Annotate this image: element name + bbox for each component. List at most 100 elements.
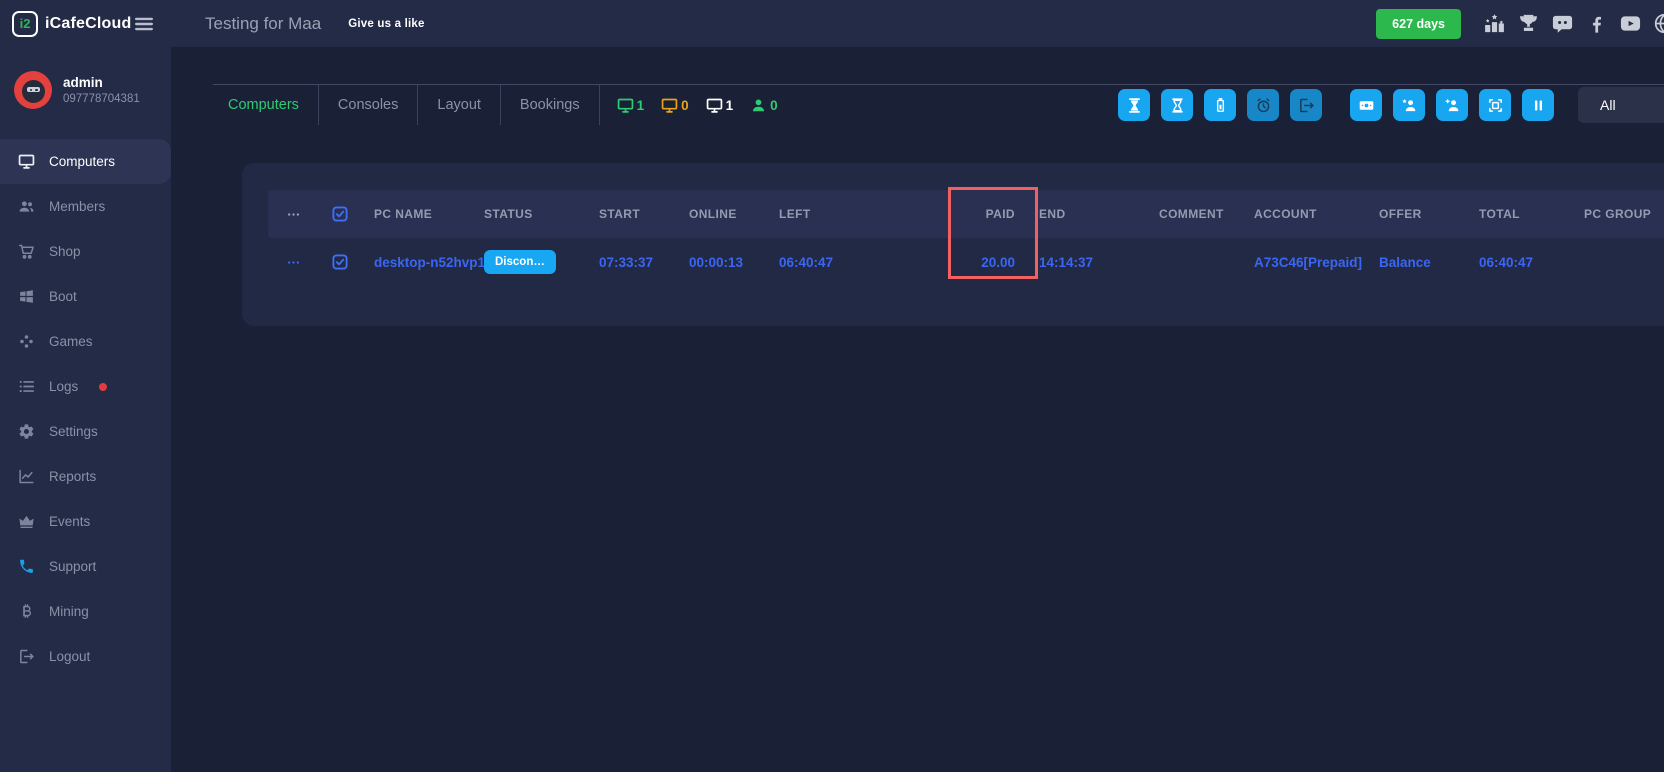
battery-icon [1212, 97, 1229, 114]
avatar [14, 71, 52, 109]
cell-end: 14:14:37 [1027, 255, 1147, 270]
bitcoin-icon [18, 603, 35, 620]
pcs-online-counter[interactable]: 1 [617, 97, 645, 114]
user-phone: 097778704381 [63, 93, 140, 105]
sidebar-item-logout[interactable]: Logout [0, 634, 171, 679]
sidebar-item-reports[interactable]: Reports [0, 454, 171, 499]
sidebar-item-shop[interactable]: Shop [0, 229, 171, 274]
screenshot-button[interactable] [1479, 89, 1511, 121]
discord-icon[interactable] [1551, 12, 1574, 35]
monitor-icon [661, 97, 678, 114]
column-header-end: END [1027, 207, 1147, 221]
pcs-offline-counter[interactable]: 1 [706, 97, 734, 114]
sidebar-item-label: Boot [49, 289, 77, 304]
pause-icon [1530, 97, 1547, 114]
sidebar-item-settings[interactable]: Settings [0, 409, 171, 454]
youtube-icon[interactable] [1619, 12, 1642, 35]
sidebar-item-members[interactable]: Members [0, 184, 171, 229]
members-online-counter[interactable]: 0 [750, 97, 778, 114]
cart-icon [18, 243, 35, 260]
add-member-button[interactable] [1436, 89, 1468, 121]
logo-row: i2 iCafeCloud [0, 0, 171, 47]
user-block: admin 097778704381 [0, 59, 171, 121]
hourglass-filled-icon [1126, 97, 1143, 114]
pcs-busy-counter[interactable]: 0 [661, 97, 689, 114]
sidebar-item-boot[interactable]: Boot [0, 274, 171, 319]
crown-icon [18, 513, 35, 530]
charge-button[interactable] [1204, 89, 1236, 121]
pause-button[interactable] [1522, 89, 1554, 121]
row-actions-button[interactable] [286, 255, 301, 270]
give-us-a-like-link[interactable]: Give us a like [348, 18, 424, 30]
windows-icon [18, 288, 35, 305]
phone-icon [18, 558, 35, 575]
column-header-account: ACCOUNT [1242, 207, 1367, 221]
sidebar-item-computers[interactable]: Computers [0, 139, 171, 184]
select-all-checkbox[interactable] [331, 205, 349, 223]
cash-button[interactable] [1350, 89, 1382, 121]
member-actions-group [1350, 89, 1554, 121]
brand-logo-icon: i2 [12, 11, 38, 37]
sidebar-item-logs[interactable]: Logs [0, 364, 171, 409]
logout-icon [18, 648, 35, 665]
user-plus-icon [1444, 97, 1461, 114]
sidebar-item-label: Support [49, 559, 96, 574]
user-icon [750, 97, 767, 114]
cell-select [318, 253, 362, 271]
sidebar-item-games[interactable]: Games [0, 319, 171, 364]
cash-icon [1358, 97, 1375, 114]
gamepad-icon [18, 333, 35, 350]
facebook-icon[interactable] [1585, 12, 1608, 35]
topbar: Testing for Maa Give us a like 627 days [171, 0, 1664, 47]
logs-alert-dot [99, 383, 107, 391]
tab-computers[interactable]: Computers [213, 85, 319, 125]
member-login-button[interactable] [1393, 89, 1425, 121]
hourglass-icon [1169, 97, 1186, 114]
row-checkbox[interactable] [331, 253, 349, 271]
monitor-icon [18, 153, 35, 170]
set-time-button[interactable] [1161, 89, 1193, 121]
counter-value: 0 [770, 98, 778, 113]
toolbar-actions: All [1118, 87, 1664, 123]
column-header-actions [268, 206, 318, 221]
globe-icon[interactable] [1653, 12, 1664, 35]
sidebar-item-label: Games [49, 334, 93, 349]
toolbar: ComputersConsolesLayoutBookings 1 0 1 0 All [213, 84, 1664, 125]
trophy-icon[interactable] [1517, 12, 1540, 35]
frame-icon [1487, 97, 1504, 114]
cell-online: 00:00:13 [677, 255, 767, 270]
header-actions-icon[interactable] [286, 207, 301, 222]
sidebar-item-mining[interactable]: Mining [0, 589, 171, 634]
ranking-icon[interactable] [1483, 12, 1506, 35]
cell-start: 07:33:37 [587, 255, 677, 270]
tab-consoles[interactable]: Consoles [319, 85, 418, 125]
tab-layout[interactable]: Layout [418, 85, 501, 125]
cell-left: 06:40:47 [767, 255, 862, 270]
cell-status: Discon… [472, 250, 587, 274]
tab-bookings[interactable]: Bookings [501, 85, 600, 125]
cell-offer: Balance [1367, 255, 1467, 270]
column-header-offer: OFFER [1367, 207, 1467, 221]
tab-bar: ComputersConsolesLayoutBookings [213, 85, 600, 125]
sidebar-item-support[interactable]: Support [0, 544, 171, 589]
gear-icon [18, 423, 35, 440]
sidebar-item-label: Members [49, 199, 105, 214]
pc-group-filter-select[interactable]: All [1578, 87, 1664, 123]
subscription-days-button[interactable]: 627 days [1376, 9, 1461, 39]
column-header-select [318, 205, 362, 223]
column-header-status: STATUS [472, 207, 587, 221]
brand-name: iCafeCloud [45, 15, 131, 33]
hamburger-menu-icon[interactable] [133, 13, 155, 35]
counter-value: 0 [681, 98, 689, 113]
column-header-left: LEFT [767, 207, 862, 221]
counter-value: 1 [637, 98, 645, 113]
sidebar-item-label: Logout [49, 649, 90, 664]
sidebar-item-events[interactable]: Events [0, 499, 171, 544]
sign-out-icon [1298, 97, 1315, 114]
checkout-button[interactable] [1290, 89, 1322, 121]
add-time-button[interactable] [1118, 89, 1150, 121]
cell-paid: 20.00 [862, 255, 1027, 270]
sidebar-item-label: Computers [49, 154, 115, 169]
alarm-button[interactable] [1247, 89, 1279, 121]
cell-actions [268, 254, 318, 270]
